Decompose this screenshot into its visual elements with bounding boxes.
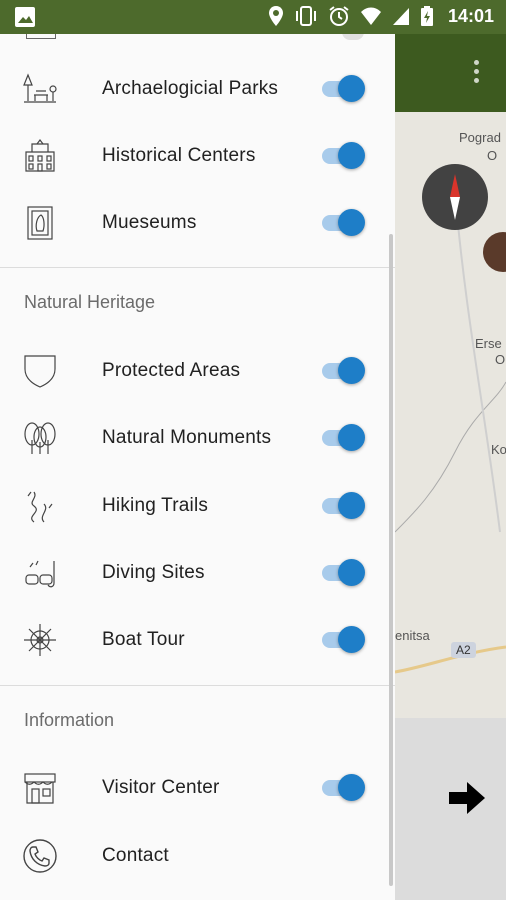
park-icon [23,73,57,103]
signal-icon [392,8,409,25]
drawer-item-historical-centers[interactable]: Historical Centers [0,122,395,189]
drawer-item-label: Mueseums [102,211,197,233]
drawer-item-natural-monuments[interactable]: Natural Monuments [0,404,395,471]
toggle-switch[interactable] [320,556,368,588]
toggle-switch[interactable] [320,139,368,171]
scrollbar[interactable] [389,234,393,886]
toggle-switch[interactable] [320,421,368,453]
drawer-item-hiking-trails[interactable]: Hiking Trails [0,472,395,539]
drawer-item-label: Diving Sites [102,561,205,583]
ship-wheel-icon [24,624,56,656]
toggle-switch[interactable] [320,623,368,655]
toggle-switch[interactable] [320,354,368,386]
drawer-item-boat-tour[interactable]: Boat Tour [0,606,395,673]
drawer-item-label: Boat Tour [102,628,185,650]
shield-icon [24,355,56,388]
clock: 14:01 [447,5,494,26]
toggle-switch[interactable] [320,72,368,104]
image-icon [15,7,35,27]
map-label: Pogrаd [459,130,501,145]
drawer-item-label: Archaelogicial Parks [102,77,279,99]
section-header-natural-heritage: Natural Heritage [24,292,156,312]
toggle-switch[interactable] [320,489,368,521]
vibrate-icon [295,6,316,26]
drawer-item-visitor-center[interactable]: Visitor Center [0,754,395,821]
toggle-switch[interactable] [320,206,368,238]
drawer-item-museums[interactable]: Mueseums [0,189,395,256]
alarm-icon [329,6,349,26]
app-bar [395,34,506,112]
drawer-item-archaeological-parks[interactable]: Archaelogicial Parks [0,55,395,122]
trail-icon [27,491,53,523]
drawer-item-label: Natural Monuments [102,426,272,448]
drawer-item-label: Contact [102,844,169,866]
map-label: O [487,148,498,163]
drawer-item-label: Historical Centers [102,144,256,166]
compass-button[interactable] [422,164,488,230]
museum-icon [27,206,53,240]
background-app: Pogrаd O Erse O Ko enitsa A2 [395,34,506,900]
building-icon [25,139,55,172]
section-header-information: Information [24,710,115,730]
partial-icon [26,34,56,39]
navigation-drawer: Archaelogicial Parks Historical Centers … [0,34,395,900]
diving-mask-icon [25,560,55,588]
arrow-right-icon[interactable] [447,778,487,818]
drawer-item-label: Hiking Trails [102,494,209,516]
road-shield: A2 [451,642,476,658]
partial-switch[interactable] [342,34,364,40]
drawer-item-label: Protected Areas [102,359,241,381]
map-label: Ko [491,442,506,457]
drawer-item-protected-areas[interactable]: Protected Areas [0,337,395,404]
drawer-item-diving-sites[interactable]: Diving Sites [0,539,395,606]
bottom-panel [395,718,506,900]
phone-icon [23,839,57,873]
status-bar: 14:01 [0,0,506,34]
more-options-icon[interactable] [474,60,480,87]
battery-icon [420,6,433,26]
map-label: enitsa [395,628,430,643]
drawer-item-label: Visitor Center [102,776,220,798]
list-item-partial[interactable] [0,34,395,48]
divider [0,685,395,686]
location-icon [268,6,283,26]
map-label: Erse [475,336,502,351]
drawer-item-contact[interactable]: Contact [0,822,395,889]
trees-icon [24,422,56,454]
divider [0,267,395,268]
map-label: O [495,352,506,367]
store-icon [24,773,56,804]
toggle-switch[interactable] [320,771,368,803]
wifi-icon [360,7,381,25]
map-view[interactable]: Pogrаd O Erse O Ko enitsa A2 [395,112,506,718]
